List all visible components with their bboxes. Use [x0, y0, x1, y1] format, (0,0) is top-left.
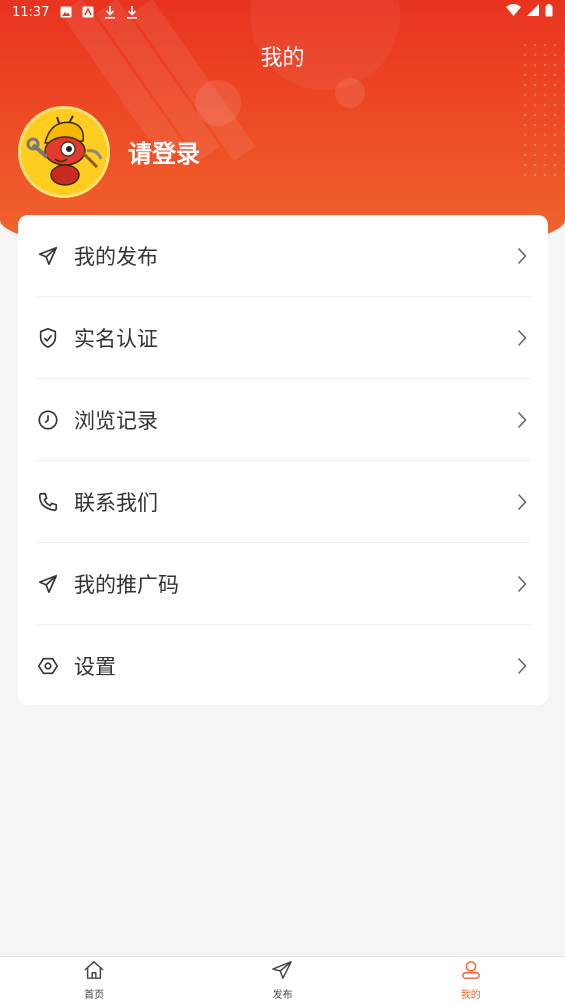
battery-icon [545, 3, 553, 21]
menu-item-label: 我的发布 [74, 245, 158, 269]
menu-item-my-promo-code[interactable]: 我的推广码 [36, 543, 530, 625]
tab-publish[interactable]: 发布 [188, 957, 376, 1004]
user-icon [460, 960, 482, 984]
chevron-right-icon [514, 492, 530, 512]
menu-item-label: 我的推广码 [74, 573, 179, 597]
menu-item-contact-us[interactable]: 联系我们 [36, 461, 530, 543]
shield-check-icon [36, 326, 60, 350]
phone-icon [36, 490, 60, 514]
chevron-right-icon [514, 574, 530, 594]
home-icon [83, 960, 105, 984]
status-time: 11:37 [12, 4, 50, 20]
bottom-tab-bar: 首页 发布 我的 [0, 956, 565, 1004]
tab-label: 首页 [84, 990, 105, 1001]
chevron-right-icon [514, 246, 530, 266]
chevron-right-icon [514, 410, 530, 430]
clock-icon [36, 408, 60, 432]
status-bar: 11:37 [0, 0, 565, 24]
send-icon [271, 960, 293, 984]
menu-item-settings[interactable]: 设置 [36, 625, 530, 707]
download-icon [103, 5, 117, 19]
menu-item-label: 联系我们 [74, 491, 158, 515]
app-notification-icon [81, 5, 95, 19]
tab-label: 我的 [460, 990, 481, 1001]
menu-item-browse-history[interactable]: 浏览记录 [36, 379, 530, 461]
menu-item-label: 实名认证 [74, 327, 158, 351]
login-prompt[interactable]: 请登录 [128, 134, 200, 169]
send-icon [36, 572, 60, 596]
download-icon [125, 5, 139, 19]
send-icon [36, 244, 60, 268]
menu-item-real-name-verify[interactable]: 实名认证 [36, 297, 530, 379]
tab-mine[interactable]: 我的 [377, 957, 565, 1004]
menu-item-my-posts[interactable]: 我的发布 [36, 215, 530, 297]
chevron-right-icon [514, 328, 530, 348]
tab-home[interactable]: 首页 [0, 957, 188, 1004]
settings-hexagon-icon [36, 654, 60, 678]
tab-label: 发布 [272, 990, 293, 1001]
wifi-icon [506, 4, 521, 20]
menu-item-label: 设置 [74, 655, 116, 679]
ant-mascot-icon [21, 109, 107, 195]
image-notification-icon [59, 5, 73, 19]
menu-item-label: 浏览记录 [74, 409, 158, 433]
menu-card: 我的发布 实名认证 浏览记录 联系我们 我的推广码 设置 [18, 215, 548, 705]
chevron-right-icon [514, 656, 530, 676]
signal-icon [527, 4, 539, 20]
avatar[interactable] [18, 106, 110, 198]
page-title: 我的 [260, 46, 305, 71]
